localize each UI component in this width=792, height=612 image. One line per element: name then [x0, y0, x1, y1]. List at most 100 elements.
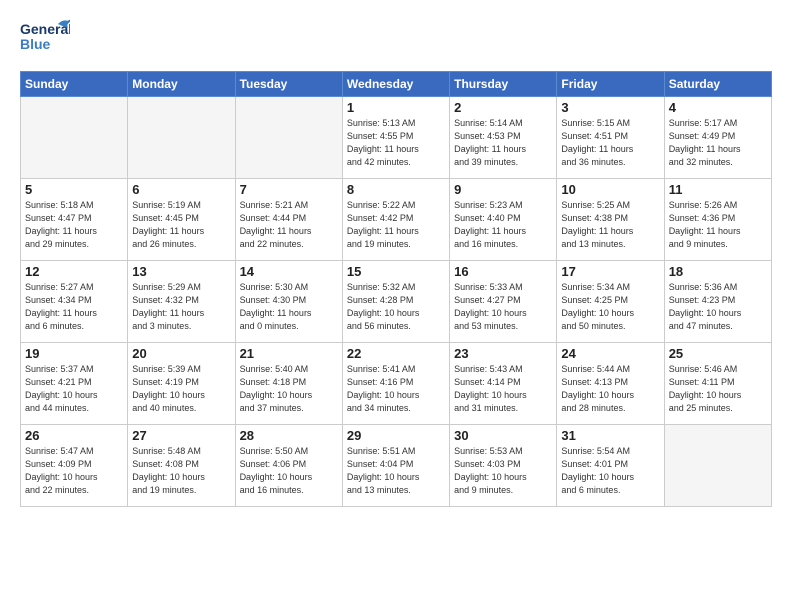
calendar-cell: 22Sunrise: 5:41 AM Sunset: 4:16 PM Dayli… — [342, 343, 449, 425]
day-number: 31 — [561, 428, 659, 443]
calendar-cell: 27 Sunrise: 5:48 AM Sunset: 4:08 PM Dayli… — [128, 425, 235, 507]
day-info: Sunrise: 5:15 AM Sunset: 4:51 PM Dayligh… — [561, 117, 659, 169]
calendar-cell: 12 Sunrise: 5:27 AM Sunset: 4:34 PM Dayli… — [21, 261, 128, 343]
day-number: 14 — [240, 264, 338, 279]
day-info: Sunrise: 5:29 AM Sunset: 4:32 PM Dayligh… — [132, 281, 230, 333]
day-number: 7 — [240, 182, 338, 197]
day-number: 26 — [25, 428, 123, 443]
day-number: 21 — [240, 346, 338, 361]
weekday-header-tuesday: Tuesday — [235, 72, 342, 97]
weekday-header-row: SundayMondayTuesdayWednesdayThursdayFrid… — [21, 72, 772, 97]
calendar-cell: 24Sunrise: 5:44 AM Sunset: 4:13 PM Dayli… — [557, 343, 664, 425]
day-info: Sunrise: 5:25 AM Sunset: 4:38 PM Dayligh… — [561, 199, 659, 251]
logo: General Blue — [20, 16, 70, 61]
calendar: SundayMondayTuesdayWednesdayThursdayFrid… — [20, 71, 772, 507]
calendar-cell — [128, 97, 235, 179]
logo-icon: General Blue — [20, 16, 70, 56]
week-row-1: 5Sunrise: 5:18 AM Sunset: 4:47 PM Daylig… — [21, 179, 772, 261]
day-number: 22 — [347, 346, 445, 361]
day-number: 29 — [347, 428, 445, 443]
calendar-cell: 8Sunrise: 5:22 AM Sunset: 4:42 PM Daylig… — [342, 179, 449, 261]
calendar-cell: 3Sunrise: 5:15 AM Sunset: 4:51 PM Daylig… — [557, 97, 664, 179]
weekday-header-saturday: Saturday — [664, 72, 771, 97]
day-number: 2 — [454, 100, 552, 115]
day-number: 16 — [454, 264, 552, 279]
day-info: Sunrise: 5:26 AM Sunset: 4:36 PM Dayligh… — [669, 199, 767, 251]
day-number: 9 — [454, 182, 552, 197]
calendar-cell: 14 Sunrise: 5:30 AM Sunset: 4:30 PM Dayli… — [235, 261, 342, 343]
day-info: Sunrise: 5:21 AM Sunset: 4:44 PM Dayligh… — [240, 199, 338, 251]
calendar-cell: 15 Sunrise: 5:32 AM Sunset: 4:28 PM Dayli… — [342, 261, 449, 343]
day-info: Sunrise: 5:32 AM Sunset: 4:28 PM Dayligh… — [347, 281, 445, 333]
day-info: Sunrise: 5:19 AM Sunset: 4:45 PM Dayligh… — [132, 199, 230, 251]
calendar-cell: 25Sunrise: 5:46 AM Sunset: 4:11 PM Dayli… — [664, 343, 771, 425]
day-info: Sunrise: 5:50 AM Sunset: 4:06 PM Dayligh… — [240, 445, 338, 497]
day-number: 20 — [132, 346, 230, 361]
day-number: 19 — [25, 346, 123, 361]
calendar-cell: 4 Sunrise: 5:17 AM Sunset: 4:49 PM Daylig… — [664, 97, 771, 179]
calendar-cell: 10Sunrise: 5:25 AM Sunset: 4:38 PM Dayli… — [557, 179, 664, 261]
calendar-cell: 5Sunrise: 5:18 AM Sunset: 4:47 PM Daylig… — [21, 179, 128, 261]
day-number: 27 — [132, 428, 230, 443]
day-number: 25 — [669, 346, 767, 361]
day-number: 12 — [25, 264, 123, 279]
day-number: 30 — [454, 428, 552, 443]
day-number: 6 — [132, 182, 230, 197]
calendar-cell: 29 Sunrise: 5:51 AM Sunset: 4:04 PM Dayli… — [342, 425, 449, 507]
page: General Blue SundayMondayTuesdayWednesda… — [0, 0, 792, 612]
day-info: Sunrise: 5:51 AM Sunset: 4:04 PM Dayligh… — [347, 445, 445, 497]
day-number: 1 — [347, 100, 445, 115]
day-info: Sunrise: 5:30 AM Sunset: 4:30 PM Dayligh… — [240, 281, 338, 333]
day-number: 23 — [454, 346, 552, 361]
day-info: Sunrise: 5:22 AM Sunset: 4:42 PM Dayligh… — [347, 199, 445, 251]
calendar-cell — [664, 425, 771, 507]
weekday-header-wednesday: Wednesday — [342, 72, 449, 97]
day-info: Sunrise: 5:17 AM Sunset: 4:49 PM Dayligh… — [669, 117, 767, 169]
weekday-header-thursday: Thursday — [450, 72, 557, 97]
calendar-cell: 13 Sunrise: 5:29 AM Sunset: 4:32 PM Dayli… — [128, 261, 235, 343]
day-info: Sunrise: 5:48 AM Sunset: 4:08 PM Dayligh… — [132, 445, 230, 497]
day-info: Sunrise: 5:34 AM Sunset: 4:25 PM Dayligh… — [561, 281, 659, 333]
day-number: 28 — [240, 428, 338, 443]
week-row-3: 19 Sunrise: 5:37 AM Sunset: 4:21 PM Dayli… — [21, 343, 772, 425]
day-number: 15 — [347, 264, 445, 279]
day-number: 13 — [132, 264, 230, 279]
day-number: 18 — [669, 264, 767, 279]
header: General Blue — [20, 16, 772, 61]
weekday-header-friday: Friday — [557, 72, 664, 97]
calendar-cell: 9 Sunrise: 5:23 AM Sunset: 4:40 PM Daylig… — [450, 179, 557, 261]
calendar-cell: 18Sunrise: 5:36 AM Sunset: 4:23 PM Dayli… — [664, 261, 771, 343]
day-number: 11 — [669, 182, 767, 197]
day-info: Sunrise: 5:43 AM Sunset: 4:14 PM Dayligh… — [454, 363, 552, 415]
day-info: Sunrise: 5:39 AM Sunset: 4:19 PM Dayligh… — [132, 363, 230, 415]
day-info: Sunrise: 5:47 AM Sunset: 4:09 PM Dayligh… — [25, 445, 123, 497]
day-info: Sunrise: 5:40 AM Sunset: 4:18 PM Dayligh… — [240, 363, 338, 415]
calendar-cell: 20 Sunrise: 5:39 AM Sunset: 4:19 PM Dayli… — [128, 343, 235, 425]
day-info: Sunrise: 5:37 AM Sunset: 4:21 PM Dayligh… — [25, 363, 123, 415]
calendar-cell: 7 Sunrise: 5:21 AM Sunset: 4:44 PM Daylig… — [235, 179, 342, 261]
svg-text:Blue: Blue — [20, 36, 51, 52]
calendar-cell — [21, 97, 128, 179]
calendar-cell: 23 Sunrise: 5:43 AM Sunset: 4:14 PM Dayli… — [450, 343, 557, 425]
calendar-cell: 19 Sunrise: 5:37 AM Sunset: 4:21 PM Dayli… — [21, 343, 128, 425]
calendar-cell: 30 Sunrise: 5:53 AM Sunset: 4:03 PM Dayli… — [450, 425, 557, 507]
calendar-cell: 31Sunrise: 5:54 AM Sunset: 4:01 PM Dayli… — [557, 425, 664, 507]
calendar-cell: 17 Sunrise: 5:34 AM Sunset: 4:25 PM Dayli… — [557, 261, 664, 343]
week-row-2: 12 Sunrise: 5:27 AM Sunset: 4:34 PM Dayli… — [21, 261, 772, 343]
day-info: Sunrise: 5:33 AM Sunset: 4:27 PM Dayligh… — [454, 281, 552, 333]
weekday-header-sunday: Sunday — [21, 72, 128, 97]
day-number: 17 — [561, 264, 659, 279]
calendar-cell: 1Sunrise: 5:13 AM Sunset: 4:55 PM Daylig… — [342, 97, 449, 179]
day-info: Sunrise: 5:44 AM Sunset: 4:13 PM Dayligh… — [561, 363, 659, 415]
week-row-4: 26 Sunrise: 5:47 AM Sunset: 4:09 PM Dayli… — [21, 425, 772, 507]
day-info: Sunrise: 5:27 AM Sunset: 4:34 PM Dayligh… — [25, 281, 123, 333]
calendar-cell: 26 Sunrise: 5:47 AM Sunset: 4:09 PM Dayli… — [21, 425, 128, 507]
weekday-header-monday: Monday — [128, 72, 235, 97]
day-info: Sunrise: 5:18 AM Sunset: 4:47 PM Dayligh… — [25, 199, 123, 251]
calendar-cell: 16 Sunrise: 5:33 AM Sunset: 4:27 PM Dayli… — [450, 261, 557, 343]
day-info: Sunrise: 5:53 AM Sunset: 4:03 PM Dayligh… — [454, 445, 552, 497]
day-number: 4 — [669, 100, 767, 115]
day-info: Sunrise: 5:23 AM Sunset: 4:40 PM Dayligh… — [454, 199, 552, 251]
day-info: Sunrise: 5:14 AM Sunset: 4:53 PM Dayligh… — [454, 117, 552, 169]
calendar-cell — [235, 97, 342, 179]
